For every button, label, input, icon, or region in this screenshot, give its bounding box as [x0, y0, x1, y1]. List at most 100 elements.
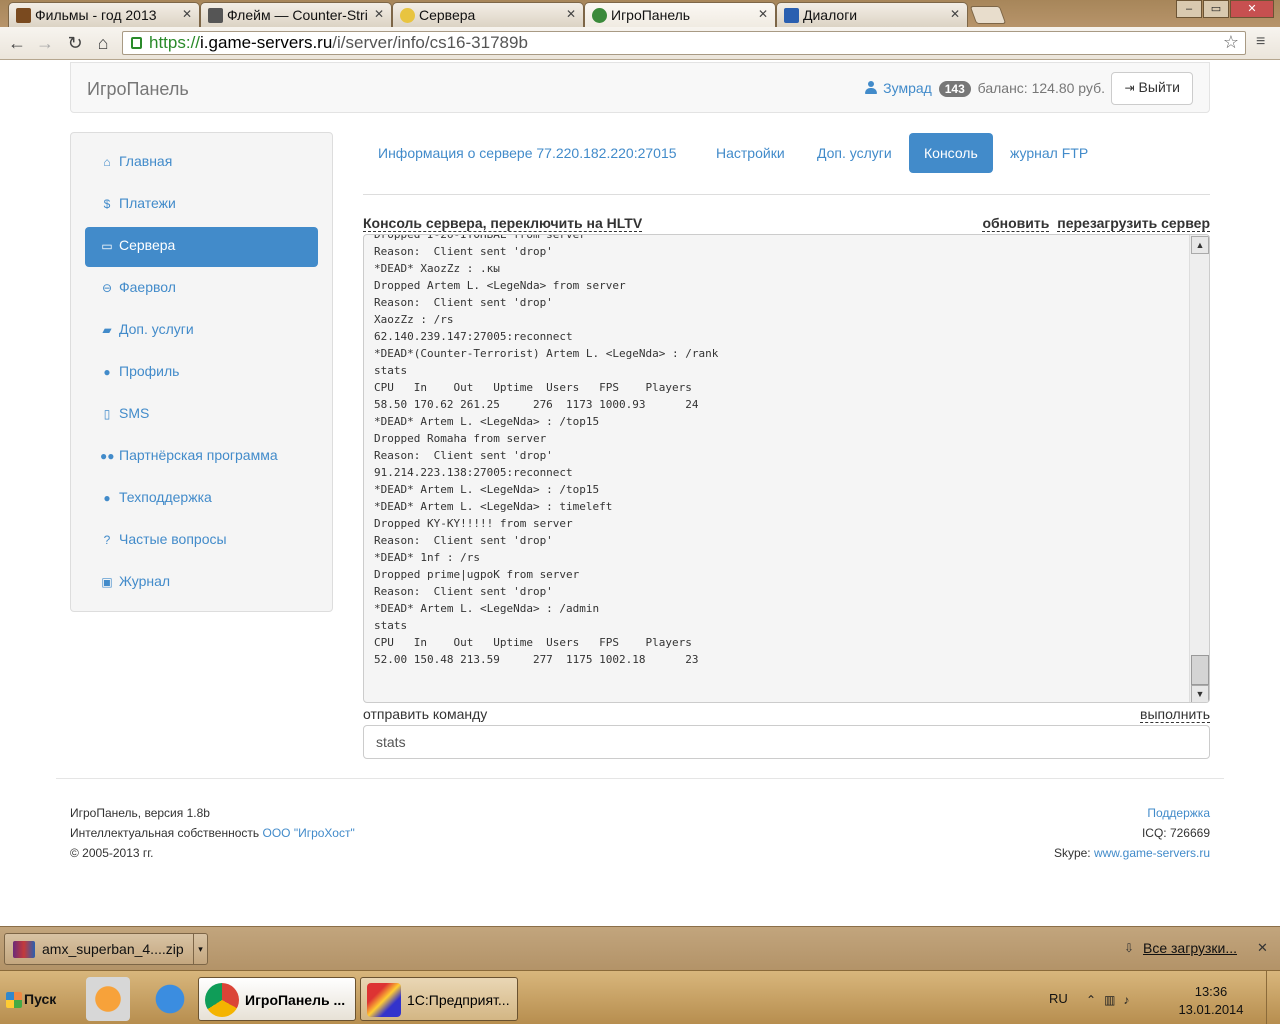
sidebar-item[interactable]: ▯ SMS	[85, 395, 318, 435]
close-icon[interactable]: ✕	[566, 7, 576, 21]
brand-logo[interactable]: ИгроПанель	[87, 79, 189, 100]
console-line: Dropped KY-KY!!!!! from server	[374, 517, 573, 530]
new-tab-button[interactable]	[969, 6, 1007, 24]
sidebar-item[interactable]: ▰ Доп. услуги	[85, 311, 318, 351]
user-badge: 143	[938, 81, 971, 97]
home-icon[interactable]: ⌂	[92, 33, 114, 54]
reload-icon[interactable]: ↻	[64, 33, 86, 54]
tab-settings[interactable]: Настройки	[701, 133, 800, 173]
sidebar-item[interactable]: ? Частые вопросы	[85, 521, 318, 561]
bookmark-star-icon[interactable]: ☆	[1223, 32, 1239, 53]
sidebar-item[interactable]: ● Профиль	[85, 353, 318, 393]
sidebar-item-label: SMS	[119, 405, 150, 421]
ie-icon[interactable]	[148, 977, 192, 1021]
scroll-up-icon[interactable]: ▲	[1191, 236, 1209, 254]
network-icon[interactable]: ▥	[1104, 993, 1123, 1007]
close-icon[interactable]: ✕	[758, 7, 768, 21]
chrome-icon	[205, 983, 239, 1017]
sidebar-item[interactable]: ⌂ Главная	[85, 143, 318, 183]
all-downloads-link[interactable]: Все загрузки...	[1143, 940, 1237, 956]
taskbar-item-1c[interactable]: 1С:Предприят...	[360, 977, 518, 1021]
language-indicator[interactable]: RU	[1049, 991, 1068, 1006]
tab-console[interactable]: Консоль	[909, 133, 993, 173]
address-bar[interactable]: https://i.game-servers.ru/i/server/info/…	[122, 31, 1246, 55]
sidebar-item[interactable]: ▣ Журнал	[85, 563, 318, 603]
scroll-thumb[interactable]	[1191, 655, 1209, 685]
sidebar-item[interactable]: ●● Партнёрская программа	[85, 437, 318, 477]
tray-chevron-icon[interactable]: ⌃	[1086, 993, 1104, 1007]
chevron-down-icon[interactable]: ▾	[193, 934, 207, 964]
balance-text: баланс: 124.80 руб.	[977, 80, 1105, 96]
site-header: ИгроПанель Зумрад 143 баланс: 124.80 руб…	[70, 62, 1210, 113]
browser-tab[interactable]: Сервера ✕	[392, 2, 584, 27]
hdd-icon: ▭	[101, 239, 113, 253]
volume-icon[interactable]: ♪	[1123, 993, 1137, 1007]
company-link[interactable]: ООО "ИгроХост"	[262, 826, 354, 840]
logout-button[interactable]: ⇥ Выйти	[1111, 72, 1193, 105]
sidebar-item[interactable]: ▭ Сервера	[85, 227, 318, 267]
sidebar-item-label: Профиль	[119, 363, 180, 379]
version-text: ИгроПанель, версия 1.8b	[70, 806, 210, 820]
tab-ftp-log[interactable]: журнал FTP	[995, 133, 1103, 173]
sidebar-item[interactable]: $ Платежи	[85, 185, 318, 225]
refresh-link[interactable]: обновить	[982, 215, 1050, 232]
browser-menu-icon[interactable]: ≡	[1256, 33, 1265, 51]
site-link[interactable]: www.game-servers.ru	[1094, 846, 1210, 860]
console-line: XaozZz : /rs	[374, 313, 454, 326]
film-icon	[16, 8, 31, 23]
sidebar-item-label: Журнал	[119, 573, 171, 589]
server-tabs: Информация о сервере 77.220.182.220:2701…	[363, 133, 1210, 195]
sidebar-item[interactable]: ● Техподдержка	[85, 479, 318, 519]
tab-server-info[interactable]: Информация о сервере 77.220.182.220:2701…	[363, 133, 692, 173]
taskbar: Пуск ИгроПанель ... 1С:Предприят... RU ⌃…	[0, 970, 1280, 1024]
sidebar-nav: ⌂ Главная $ Платежи ▭ Сервера ⊖ Фаервол ▰ Доп. ус…	[70, 132, 333, 612]
tab-label: Консоль	[924, 145, 978, 161]
scroll-down-icon[interactable]: ▼	[1191, 685, 1209, 702]
console-line: *DEAD* XaozZz : .кы	[374, 262, 500, 275]
console-scrollbar[interactable]: ▲ ▼	[1189, 235, 1209, 702]
tab-label: Информация о сервере 77.220.182.220:2701…	[378, 145, 677, 161]
show-desktop-button[interactable]	[1266, 971, 1280, 1024]
downloads-bar: amx_superban_4....zip ▾ ⇩ Все загрузки..…	[0, 926, 1280, 970]
browser-tab-title: Диалоги	[803, 7, 858, 23]
user-icon	[865, 81, 878, 94]
user-name-link[interactable]: Зумрад	[883, 80, 932, 96]
close-window-icon[interactable]: ✕	[1230, 0, 1274, 18]
browser-tab[interactable]: Диалоги ✕	[776, 2, 968, 27]
browser-tabstrip: Фильмы - год 2013 ✕ Флейм — Counter-Stri…	[0, 0, 1280, 27]
console-line: Dropped I-26-ITOHBAL from server	[374, 234, 586, 241]
tab-extra-services[interactable]: Доп. услуги	[802, 133, 907, 173]
support-link[interactable]: Поддержка	[1054, 803, 1210, 823]
maximize-icon[interactable]: ▭	[1203, 0, 1229, 18]
execute-link[interactable]: выполнить	[1140, 706, 1210, 723]
restart-server-link[interactable]: перезагрузить сервер	[1057, 215, 1210, 232]
url-host: i.game-servers.ru	[200, 33, 333, 52]
browser-tab[interactable]: Флейм — Counter-Stri ✕	[200, 2, 392, 27]
command-input[interactable]	[363, 725, 1210, 759]
console-output[interactable]: Dropped I-26-ITOHBAL from server Reason: …	[363, 234, 1210, 703]
console-line: 52.00 150.48 213.59 277 1175 1002.18 23	[374, 653, 699, 666]
browser-tab-active[interactable]: ИгроПанель ✕	[584, 2, 776, 27]
taskbar-item-chrome[interactable]: ИгроПанель ...	[198, 977, 356, 1021]
close-icon[interactable]: ✕	[1257, 940, 1268, 956]
download-filename: amx_superban_4....zip	[42, 941, 184, 957]
ip-text: Интеллектуальная собственность ООО "Игро…	[70, 823, 355, 843]
chat-icon	[784, 8, 799, 23]
start-button[interactable]: Пуск	[2, 983, 56, 1015]
console-title-link[interactable]: Консоль сервера, переключить на HLTV	[363, 215, 643, 232]
minimize-icon[interactable]: –	[1176, 0, 1202, 18]
browser-tab[interactable]: Фильмы - год 2013 ✕	[8, 2, 200, 27]
download-item[interactable]: amx_superban_4....zip ▾	[4, 933, 208, 965]
forward-icon[interactable]: →	[34, 33, 56, 54]
clock[interactable]: 13:36 13.01.2014	[1171, 983, 1251, 1019]
back-icon[interactable]: ←	[6, 33, 28, 54]
close-icon[interactable]: ✕	[950, 7, 960, 21]
media-player-icon[interactable]	[86, 977, 130, 1021]
console-line: *DEAD* Artem L. <LegeNda> : /top15	[374, 483, 600, 496]
sidebar-item[interactable]: ⊖ Фаервол	[85, 269, 318, 309]
console-line: *DEAD* Artem L. <LegeNda> : /top15	[374, 415, 600, 428]
console-line: Reason: Client sent 'drop'	[374, 449, 553, 462]
sidebar-item-label: Техподдержка	[119, 489, 212, 505]
close-icon[interactable]: ✕	[182, 7, 192, 21]
close-icon[interactable]: ✕	[374, 7, 384, 21]
